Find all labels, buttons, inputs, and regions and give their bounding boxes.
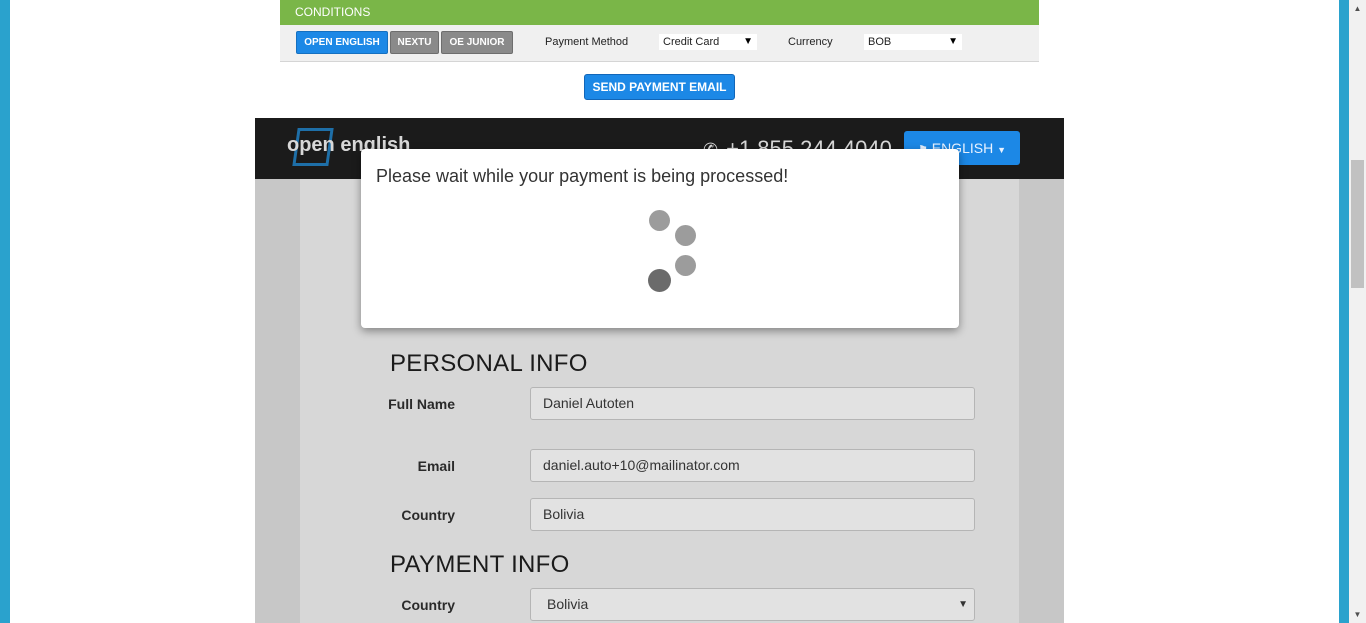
conditions-panel: CONDITIONS OPEN ENGLISH NEXTU OE JUNIOR … — [280, 0, 1039, 62]
currency-label: Currency — [788, 36, 833, 48]
caret-down-icon: ▼ — [997, 145, 1007, 155]
conditions-header: CONDITIONS — [280, 0, 1039, 25]
email-field[interactable]: daniel.auto+10@mailinator.com — [530, 449, 975, 482]
dropdown-arrow-icon: ▼ — [958, 599, 968, 610]
processing-message: Please wait while your payment is being … — [376, 166, 789, 186]
spinner-dot — [648, 269, 671, 292]
scroll-thumb[interactable] — [1351, 160, 1364, 288]
country-label: Country — [401, 507, 455, 523]
dropdown-arrow-icon: ▼ — [743, 36, 753, 47]
full-name-label: Full Name — [388, 396, 455, 412]
payment-country-select[interactable]: Bolivia ▼ — [530, 588, 975, 621]
send-payment-email-button[interactable]: SEND PAYMENT EMAIL — [584, 74, 735, 100]
payment-method-label: Payment Method — [545, 36, 629, 48]
payment-info-title: PAYMENT INFO — [390, 551, 570, 578]
personal-info-title: PERSONAL INFO — [390, 350, 588, 377]
email-label: Email — [417, 458, 455, 474]
spinner-dot — [675, 255, 696, 276]
page-scrollbar[interactable]: ▲ ▼ — [1349, 0, 1366, 623]
currency-select[interactable]: BOB ▼ — [864, 34, 962, 50]
full-name-field[interactable]: Daniel Autoten — [530, 387, 975, 420]
dropdown-arrow-icon: ▼ — [948, 36, 958, 47]
scroll-down-icon[interactable]: ▼ — [1349, 606, 1366, 623]
brand-open-english-button[interactable]: OPEN ENGLISH — [296, 31, 388, 54]
spinner-dot — [675, 225, 696, 246]
scroll-up-icon[interactable]: ▲ — [1349, 0, 1366, 17]
right-frame-border — [1339, 0, 1349, 623]
currency-value: BOB — [868, 36, 892, 48]
country-field[interactable]: Bolivia — [530, 498, 975, 531]
payment-method-value: Credit Card — [663, 36, 720, 48]
payment-country-label: Country — [401, 597, 455, 613]
brand-nextu-button[interactable]: NEXTU — [390, 31, 439, 54]
spinner-dot — [649, 210, 670, 231]
processing-modal: Please wait while your payment is being … — [361, 149, 959, 328]
conditions-row: OPEN ENGLISH NEXTU OE JUNIOR Payment Met… — [280, 31, 1039, 55]
brand-oe-junior-button[interactable]: OE JUNIOR — [441, 31, 513, 54]
left-frame-border — [0, 0, 10, 623]
payment-method-select[interactable]: Credit Card ▼ — [659, 34, 757, 50]
